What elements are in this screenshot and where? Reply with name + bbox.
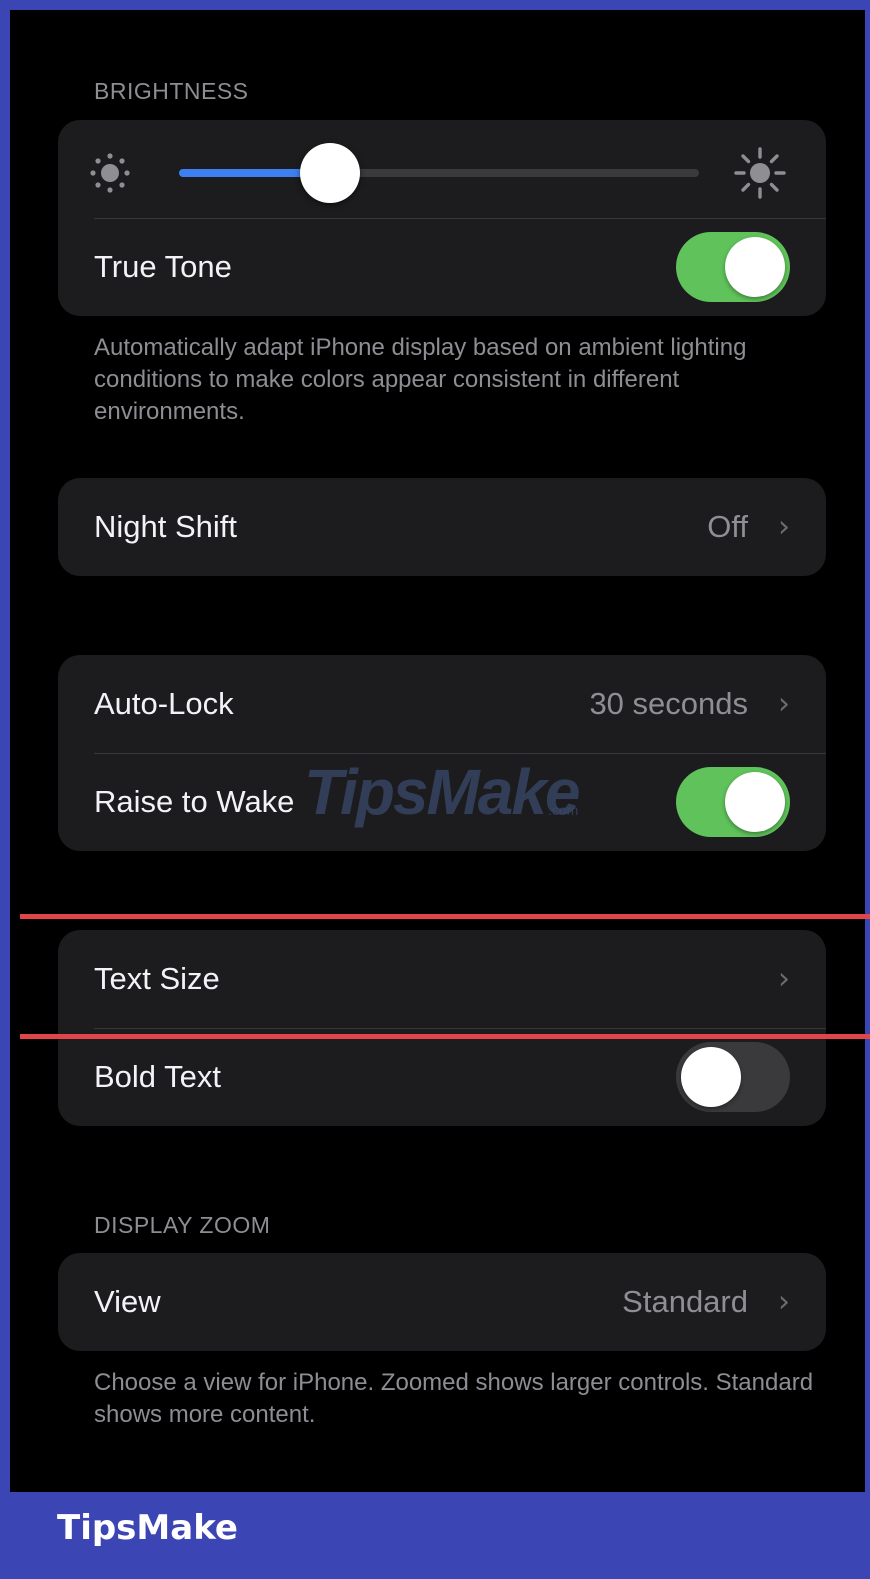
brightness-slider-row [58, 120, 826, 218]
chevron-right-icon: › [778, 509, 790, 545]
auto-lock-value: 30 seconds [589, 686, 748, 721]
text-size-label: Text Size [94, 961, 220, 996]
display-zoom-footer: Choose a view for iPhone. Zoomed shows l… [94, 1369, 814, 1428]
night-shift-label: Night Shift [94, 509, 238, 544]
auto-lock-row[interactable]: Auto-Lock 30 seconds › [58, 655, 826, 753]
highlight-line-bottom [20, 1034, 870, 1039]
true-tone-toggle[interactable] [676, 232, 790, 302]
view-value: Standard [622, 1284, 748, 1319]
brightness-slider-knob[interactable] [299, 143, 360, 203]
true-tone-row: True Tone [58, 218, 826, 316]
night-shift-group: Night Shift Off › [58, 478, 826, 576]
auto-lock-label: Auto-Lock [94, 686, 234, 721]
bold-text-row: Bold Text [58, 1028, 826, 1126]
toggle-knob [681, 1047, 741, 1107]
true-tone-footer: Automatically adapt iPhone display based… [94, 334, 747, 425]
watermark-logo: TipsMake [304, 756, 580, 828]
text-size-row[interactable]: Text Size › [58, 930, 826, 1028]
view-label: View [94, 1284, 161, 1319]
brand-bar: TipsMake [0, 1492, 870, 1579]
toggle-knob [725, 772, 785, 832]
display-zoom-group: View Standard › [58, 1253, 826, 1351]
display-settings-screen: BRIGHTNESS True Tone Automatically adapt… [10, 10, 865, 1492]
brightness-group: True Tone [58, 120, 826, 316]
toggle-knob [725, 237, 785, 297]
view-row[interactable]: View Standard › [58, 1253, 826, 1351]
sun-large-icon [734, 147, 786, 199]
highlight-line-top [20, 914, 870, 919]
night-shift-row[interactable]: Night Shift Off › [58, 478, 826, 576]
text-group: Text Size › Bold Text [58, 930, 826, 1126]
true-tone-label: True Tone [94, 249, 232, 284]
display-zoom-header: DISPLAY ZOOM [94, 1212, 271, 1238]
bold-text-label: Bold Text [94, 1059, 221, 1094]
raise-to-wake-toggle[interactable] [676, 767, 790, 837]
chevron-right-icon: › [778, 1284, 790, 1320]
bold-text-toggle[interactable] [676, 1042, 790, 1112]
chevron-right-icon: › [778, 686, 790, 722]
brightness-slider[interactable] [179, 143, 699, 203]
brand-logo: TipsMake [57, 1508, 238, 1548]
raise-to-wake-label: Raise to Wake [94, 784, 295, 819]
sun-small-icon [90, 153, 130, 193]
brightness-header: BRIGHTNESS [94, 78, 249, 104]
watermark-suffix: .com [548, 802, 579, 818]
night-shift-value: Off [707, 509, 748, 544]
chevron-right-icon: › [778, 961, 790, 997]
